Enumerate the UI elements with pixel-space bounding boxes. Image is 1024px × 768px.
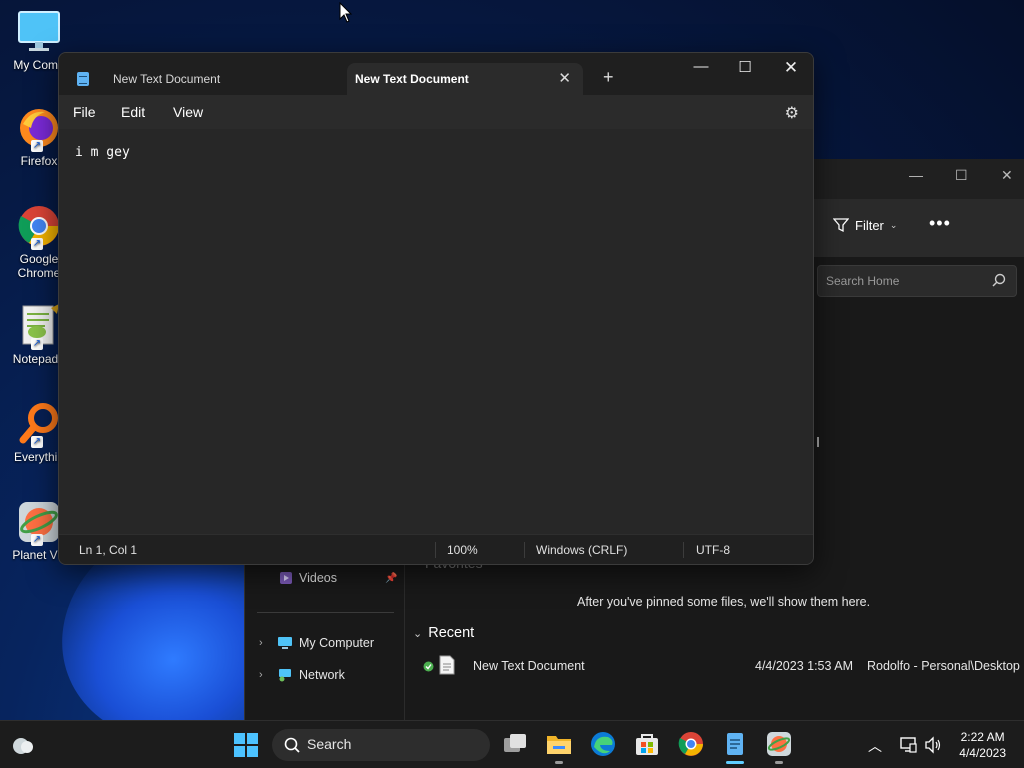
notepad-window[interactable]: New Text Document New Text Document ✕ + … — [58, 52, 814, 565]
status-divider — [683, 542, 684, 558]
notepad-text-area[interactable]: i m gey — [59, 129, 813, 534]
new-tab-button[interactable]: + — [603, 67, 614, 88]
store-icon[interactable] — [634, 731, 660, 757]
nav-item-my-computer[interactable]: › My Computer — [259, 636, 374, 650]
cursor-position: Ln 1, Col 1 — [79, 543, 138, 557]
pinned-files-note: After you've pinned some files, we'll sh… — [577, 595, 871, 609]
everything-icon: ↗ — [17, 402, 61, 448]
planetvpn-taskbar-icon[interactable] — [766, 731, 792, 757]
shortcut-arrow-icon: ↗ — [31, 338, 43, 350]
chrome-icon[interactable] — [678, 731, 704, 757]
monitor-icon — [278, 637, 292, 649]
close-button[interactable]: ✕ — [771, 58, 811, 78]
clock-time: 2:22 AM — [960, 730, 1005, 744]
monitor-icon — [17, 10, 61, 54]
recent-section-header[interactable]: ⌄ Recent — [413, 625, 474, 641]
tab-new-text-document-2[interactable]: New Text Document ✕ — [347, 63, 583, 95]
nav-item-label: Videos — [299, 571, 337, 585]
chevron-up-icon[interactable]: ︿ — [868, 736, 882, 756]
chevron-right-icon[interactable]: › — [259, 637, 271, 649]
shortcut-arrow-icon: ↗ — [31, 534, 43, 546]
status-divider — [524, 542, 525, 558]
notepad-menubar: File Edit View ⚙ — [59, 95, 813, 129]
search-placeholder: Search Home — [826, 274, 900, 288]
firefox-icon: ↗ — [17, 106, 61, 152]
edge-icon[interactable] — [590, 731, 616, 757]
encoding[interactable]: UTF-8 — [696, 543, 730, 557]
active-indicator — [726, 761, 744, 764]
network-status-icon[interactable] — [898, 736, 918, 757]
system-clock[interactable]: 2:22 AM 4/4/2023 — [959, 729, 1006, 761]
recent-file-row[interactable]: New Text Document 4/4/2023 1:53 AM Rodol… — [423, 655, 1024, 679]
close-tab-icon[interactable]: ✕ — [558, 69, 571, 87]
recent-file-name: New Text Document — [473, 659, 585, 673]
scroll-marker — [817, 437, 819, 447]
clock-date: 4/4/2023 — [959, 746, 1006, 760]
chevron-down-icon: ⌄ — [413, 627, 423, 640]
nav-divider — [257, 612, 394, 613]
notepad-statusbar: Ln 1, Col 1 100% Windows (CRLF) UTF-8 — [59, 534, 813, 564]
sync-status-icon — [423, 661, 434, 675]
chevron-right-icon[interactable]: › — [259, 669, 271, 681]
running-indicator — [775, 761, 783, 764]
volume-icon[interactable] — [924, 736, 942, 757]
tab-new-text-document-1[interactable]: New Text Document — [67, 63, 347, 95]
search-home-input[interactable]: Search Home — [817, 265, 1017, 297]
chrome-icon: ↗ — [17, 204, 61, 250]
status-divider — [435, 542, 436, 558]
menu-view[interactable]: View — [173, 104, 203, 120]
maximize-button[interactable]: ☐ — [725, 58, 765, 76]
file-explorer-taskbar-icon[interactable] — [546, 731, 572, 757]
zoom-level[interactable]: 100% — [447, 543, 478, 557]
shortcut-arrow-icon: ↗ — [31, 238, 43, 250]
minimize-button[interactable]: — — [681, 58, 721, 75]
notepad-icon — [77, 72, 89, 86]
settings-gear-icon[interactable]: ⚙ — [785, 103, 799, 123]
more-options-button[interactable]: ••• — [929, 213, 951, 234]
nav-item-label: My Computer — [299, 636, 375, 650]
running-indicator — [555, 761, 563, 764]
recent-label: Recent — [428, 625, 475, 641]
nav-item-network[interactable]: › Network — [259, 668, 345, 682]
weather-widget-icon[interactable] — [10, 733, 36, 759]
search-label: Search — [307, 736, 352, 752]
search-icon — [284, 737, 300, 753]
search-icon — [992, 273, 1006, 287]
windows-logo-icon — [234, 733, 258, 757]
tab-title: New Text Document — [113, 72, 221, 86]
notepad-titlebar[interactable]: New Text Document New Text Document ✕ + … — [59, 53, 813, 95]
text-file-icon — [439, 655, 455, 678]
chevron-down-icon: ⌄ — [889, 219, 898, 230]
menu-edit[interactable]: Edit — [121, 104, 145, 120]
task-view-icon[interactable] — [502, 731, 528, 757]
start-button[interactable] — [233, 732, 259, 758]
shortcut-arrow-icon: ↗ — [31, 436, 43, 448]
mouse-cursor-icon — [339, 2, 353, 23]
filter-button[interactable]: Filter ⌄ — [833, 217, 897, 233]
notepadpp-icon: ↗ — [17, 304, 61, 350]
maximize-button[interactable]: ☐ — [955, 167, 968, 184]
line-ending[interactable]: Windows (CRLF) — [536, 543, 627, 557]
taskbar: Search ︿ 2:22 AM 4/4/2023 — [0, 720, 1024, 768]
minimize-button[interactable]: — — [909, 167, 923, 183]
recent-file-location: Rodolfo - Personal\Desktop — [867, 659, 1020, 673]
network-icon — [279, 669, 291, 682]
filter-icon — [833, 218, 849, 233]
notepad-taskbar-icon[interactable] — [722, 731, 748, 757]
planetvpn-icon: ↗ — [17, 500, 61, 546]
filter-label: Filter — [855, 217, 884, 233]
recent-file-date: 4/4/2023 1:53 AM — [755, 659, 853, 673]
taskbar-search-box[interactable]: Search — [272, 729, 490, 761]
nav-item-videos[interactable]: Videos 📌 — [279, 571, 397, 585]
shortcut-arrow-icon: ↗ — [31, 140, 43, 152]
videos-icon — [280, 572, 292, 584]
close-button[interactable]: ✕ — [1001, 167, 1013, 184]
menu-file[interactable]: File — [73, 104, 96, 120]
tab-title: New Text Document — [355, 72, 469, 86]
pin-icon[interactable]: 📌 — [385, 573, 397, 584]
nav-item-label: Network — [299, 668, 345, 682]
